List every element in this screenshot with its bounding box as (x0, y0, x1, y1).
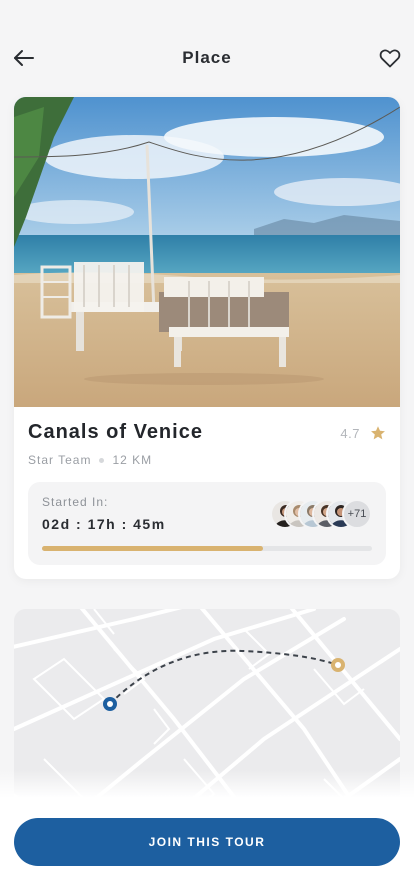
countdown-panel: Started In: 02d : 17h : 45m +71 (28, 482, 386, 565)
favorite-button[interactable] (376, 44, 404, 72)
extra-participants-count: +71 (342, 499, 372, 529)
started-label: Started In: (42, 495, 109, 509)
distance: 12 KM (112, 453, 153, 467)
star-icon (371, 426, 385, 440)
countdown-time: 02d : 17h : 45m (42, 516, 166, 532)
progress-track (42, 546, 372, 551)
participant-avatars[interactable]: +71 (270, 499, 372, 529)
place-photo (14, 97, 400, 407)
header: Place (0, 0, 414, 96)
join-tour-button[interactable]: JOIN THIS TOUR (14, 818, 400, 866)
place-name: Canals of Venice (28, 421, 203, 443)
place-meta: Star Team 12 KM (28, 453, 152, 467)
progress-fill (42, 546, 264, 551)
heart-icon (379, 49, 401, 68)
start-marker (103, 697, 117, 711)
separator-dot (99, 457, 105, 463)
end-marker (331, 658, 345, 672)
place-card[interactable]: Canals of Venice 4.7 Star Team 12 KM Sta… (14, 97, 400, 579)
team-name: Star Team (28, 453, 92, 467)
page-title: Place (182, 48, 232, 67)
rating: 4.7 (340, 425, 386, 441)
rating-value: 4.7 (340, 425, 360, 441)
